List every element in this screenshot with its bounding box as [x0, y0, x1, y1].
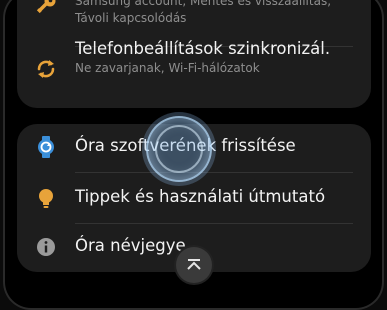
key-icon — [35, 0, 57, 16]
tips-label: Tippek és használati útmutató — [75, 187, 326, 206]
account-subtitle-line1: Samsung account, Mentés és visszaállítás… — [75, 0, 332, 8]
sync-subtitle: Ne zavarjanak, Wi-Fi-hálózatok — [75, 61, 260, 75]
lightbulb-icon — [35, 187, 57, 209]
sync-title: Telefonbeállítások szinkronizál. — [75, 39, 331, 58]
watch-update-icon — [35, 136, 57, 158]
tips-row[interactable]: Tippek és használati útmutató — [17, 173, 371, 223]
scroll-to-top-button[interactable] — [176, 247, 212, 283]
account-subtitle-line2: Távoli kapcsolódás — [75, 11, 187, 25]
sync-icon — [35, 58, 57, 80]
touch-indicator-ring — [155, 125, 203, 173]
sync-settings-row[interactable]: Telefonbeállítások szinkronizál. Ne zava… — [17, 39, 371, 107]
settings-card-top: Samsung account, Mentés és visszaállítás… — [17, 0, 371, 108]
info-icon — [35, 236, 57, 258]
scroll-to-top-icon — [185, 256, 203, 274]
about-watch-label: Óra névjegye — [75, 236, 186, 255]
